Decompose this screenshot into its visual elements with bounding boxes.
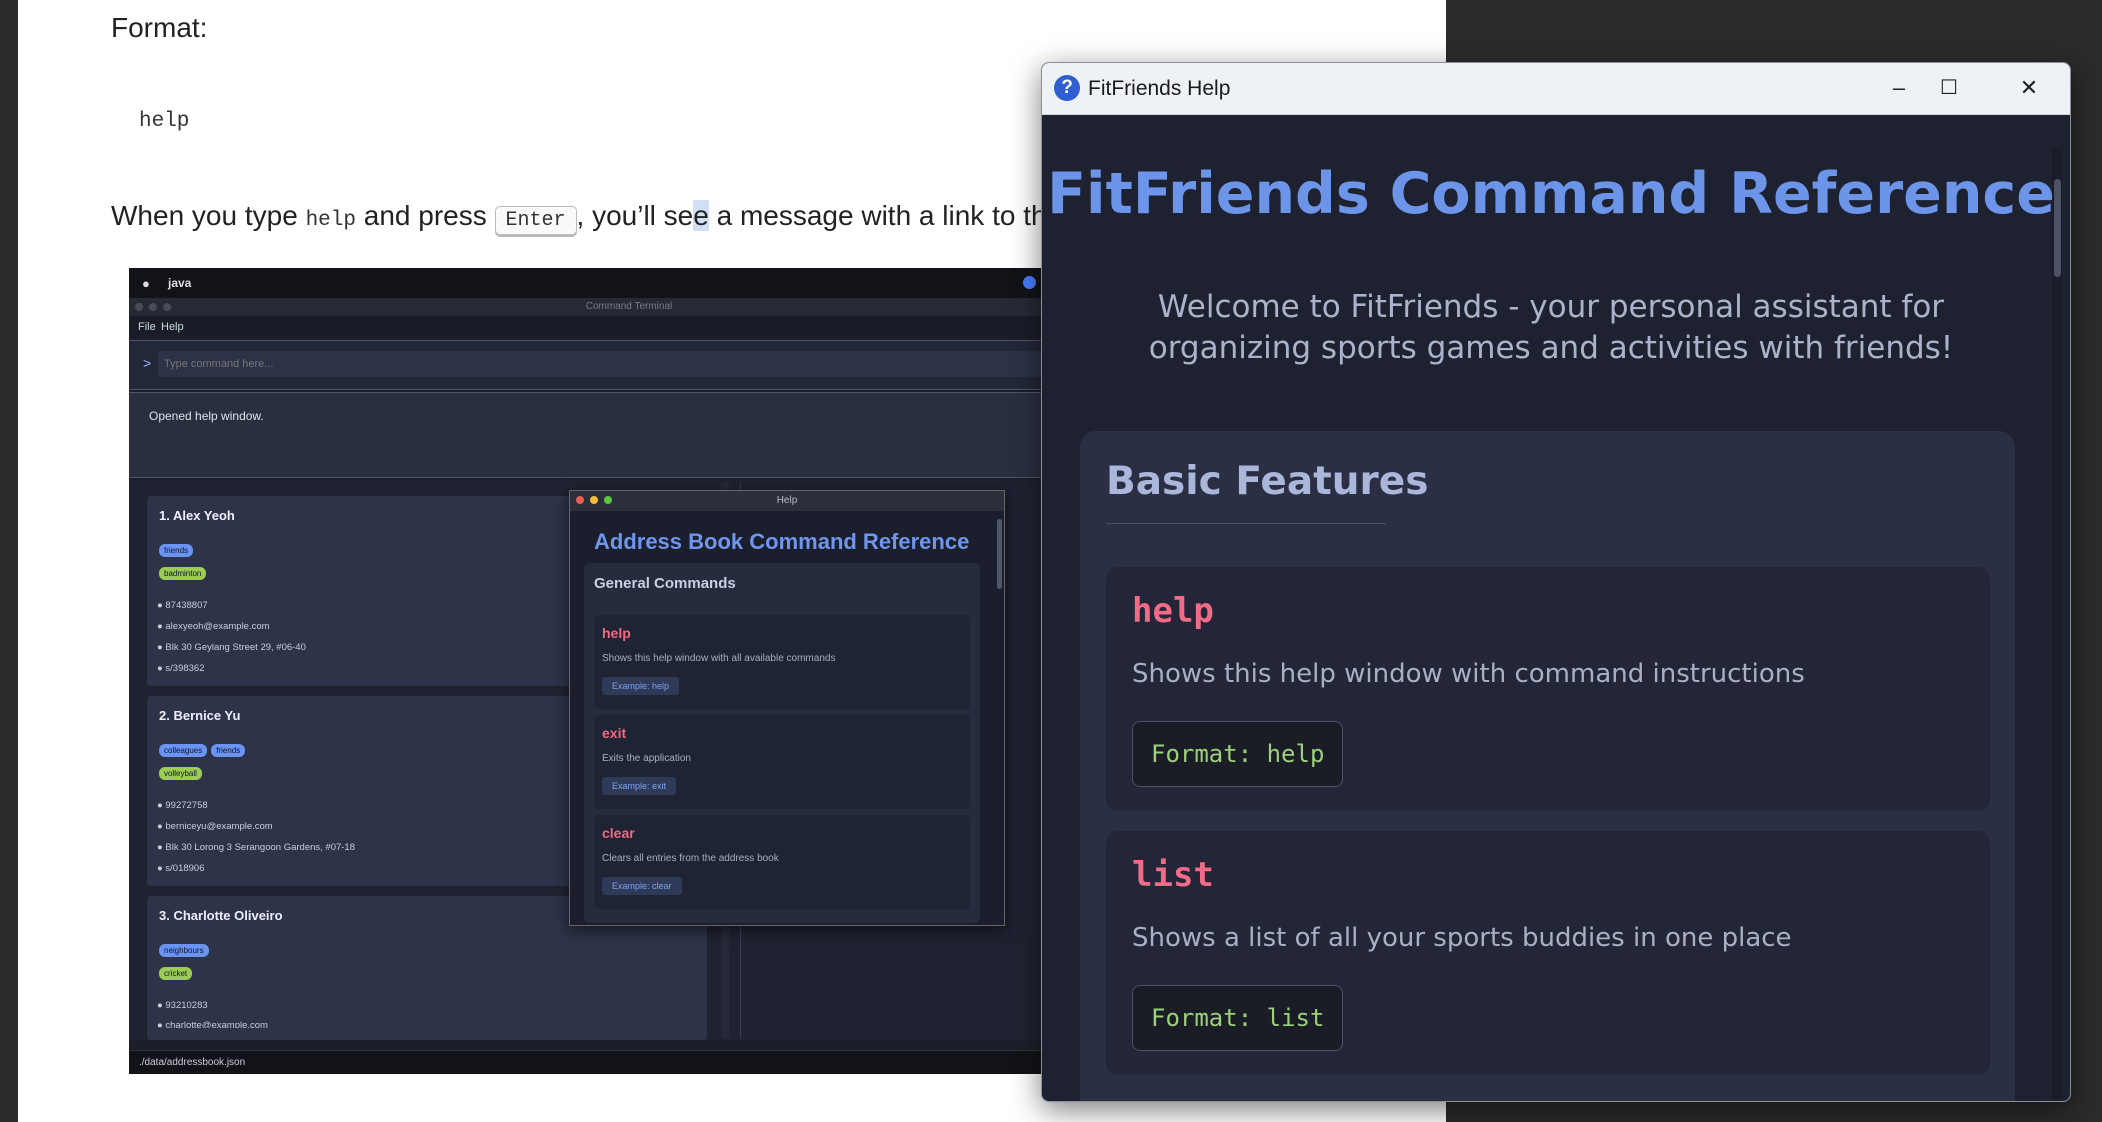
app-title-bar: Command Terminal bbox=[129, 298, 1129, 316]
command-box: > bbox=[129, 340, 1129, 390]
person-name: 2. Bernice Yu bbox=[159, 708, 241, 723]
basic-features-section: Basic Features help Shows this help wind… bbox=[1080, 431, 2015, 1101]
tag: friends bbox=[159, 544, 194, 557]
tag: cricket bbox=[159, 967, 193, 980]
person-email: ● charlotte@example.com bbox=[157, 1020, 268, 1028]
format-label: Format: bbox=[111, 12, 208, 43]
mini-command-card: exit Exits the application Example: exit bbox=[594, 715, 970, 809]
mini-heading: Address Book Command Reference bbox=[594, 529, 970, 554]
close-button[interactable]: ✕ bbox=[2004, 71, 2054, 105]
mini-section: General Commands help Shows this help wi… bbox=[584, 563, 980, 923]
command-format: Format: help bbox=[1132, 721, 1344, 787]
section-title: Basic Features bbox=[1106, 459, 1429, 504]
tag: friends bbox=[211, 744, 246, 757]
mini-section-title: General Commands bbox=[594, 575, 736, 592]
help-scrollbar[interactable] bbox=[2052, 149, 2062, 1099]
menu-help[interactable]: Help bbox=[161, 321, 184, 333]
enter-key: Enter bbox=[494, 206, 577, 235]
mini-command-desc: Shows this help window with all availabl… bbox=[602, 653, 836, 664]
person-postal: ● s/398362 bbox=[157, 663, 205, 674]
person-email: ● alexyeoh@example.com bbox=[157, 621, 270, 632]
mini-command-desc: Clears all entries from the address book bbox=[602, 853, 779, 864]
code-sample: help bbox=[139, 110, 190, 133]
mini-scrollbar[interactable] bbox=[997, 519, 1002, 589]
mini-command-example: Example: clear bbox=[602, 877, 682, 895]
command-input[interactable] bbox=[158, 351, 1118, 377]
help-heading: FitFriends Command Reference bbox=[1047, 161, 2055, 227]
person-phone: ● 93210283 bbox=[157, 1000, 208, 1011]
para-text: When you type bbox=[111, 200, 306, 231]
help-intro: Welcome to FitFriends - your personal as… bbox=[1148, 289, 1954, 366]
scrollbar-thumb[interactable] bbox=[2054, 179, 2061, 277]
person-name: 1. Alex Yeoh bbox=[159, 508, 235, 523]
mini-command-card: clear Clears all entries from the addres… bbox=[594, 815, 970, 909]
mini-command-name: exit bbox=[602, 725, 627, 741]
mini-command-example: Example: help bbox=[602, 677, 680, 695]
command-desc: Shows a list of all your sports buddies … bbox=[1132, 923, 1792, 953]
help-icon: ? bbox=[1054, 75, 1080, 101]
person-address: ● Blk 30 Geylang Street 29, #06-40 bbox=[157, 642, 306, 653]
person-name: 3. Charlotte Oliveiro bbox=[159, 908, 283, 923]
command-format: Format: list bbox=[1132, 985, 1344, 1051]
mini-command-card: help Shows this help window with all ava… bbox=[594, 615, 970, 709]
mini-title-bar: Help bbox=[570, 491, 1004, 511]
person-email: ● berniceyu@example.com bbox=[157, 821, 273, 832]
person-address: ● Blk 30 Lorong 3 Serangoon Gardens, #07… bbox=[157, 842, 355, 853]
mini-command-example: Example: exit bbox=[602, 777, 677, 795]
inline-code: help bbox=[305, 209, 356, 232]
tag: colleagues bbox=[159, 744, 208, 757]
mini-window-title: Help bbox=[776, 495, 798, 506]
window-title: FitFriends Help bbox=[1088, 77, 1231, 100]
command-desc: Shows this help window with command inst… bbox=[1132, 659, 1805, 689]
command-name: list bbox=[1132, 855, 1214, 895]
text-cursor-highlight: e bbox=[693, 200, 709, 231]
window-title: Command Terminal bbox=[585, 301, 673, 312]
mac-menu-bar: ● java bbox=[129, 268, 1129, 298]
prompt-symbol: > bbox=[143, 355, 152, 371]
tag-list: colleagues friends volleyball bbox=[159, 740, 249, 786]
mini-command-name: help bbox=[602, 625, 631, 641]
tag: badminton bbox=[159, 567, 207, 580]
person-postal: ● s/018906 bbox=[157, 863, 205, 874]
section-divider bbox=[1106, 523, 1386, 524]
person-phone: ● 87438807 bbox=[157, 600, 208, 611]
mini-command-desc: Exits the application bbox=[602, 753, 691, 764]
tag: neighbours bbox=[159, 944, 209, 957]
command-name: help bbox=[1132, 591, 1214, 631]
tag-list: neighbours cricket bbox=[159, 940, 213, 986]
desktop-background bbox=[0, 0, 18, 1122]
person-phone: ● 99272758 bbox=[157, 800, 208, 811]
fitfriends-help-window: ? FitFriends Help – ☐ ✕ FitFriends Comma… bbox=[1041, 62, 2071, 1102]
command-card-help: help Shows this help window with command… bbox=[1106, 567, 1990, 811]
result-message: Opened help window. bbox=[149, 409, 264, 423]
maximize-button[interactable]: ☐ bbox=[1924, 71, 1974, 105]
menu-file[interactable]: File bbox=[138, 321, 156, 333]
para-text: and press bbox=[355, 200, 495, 231]
app-menu: File Help bbox=[129, 316, 1129, 338]
tray-icon bbox=[1023, 276, 1036, 289]
mini-command-name: clear bbox=[602, 825, 635, 841]
result-display: Opened help window. bbox=[129, 392, 1129, 478]
window-title-bar: ? FitFriends Help – ☐ ✕ bbox=[1042, 63, 2070, 115]
para-text: a message with a link to th bbox=[708, 200, 1047, 231]
app-name: java bbox=[168, 276, 192, 290]
status-bar: ./data/addressbook.json bbox=[129, 1050, 1129, 1074]
apple-icon: ● bbox=[142, 276, 150, 291]
command-card-list: list Shows a list of all your sports bud… bbox=[1106, 831, 1990, 1075]
tag-list: friends badminton bbox=[159, 540, 210, 586]
data-file-path: ./data/addressbook.json bbox=[139, 1057, 246, 1068]
embedded-screenshot: ● java Command Terminal File Help > Open… bbox=[129, 268, 1129, 1074]
para-text: , you’ll se bbox=[576, 200, 694, 231]
instruction-paragraph: When you type help and press Enter, you’… bbox=[111, 200, 1047, 235]
tag: volleyball bbox=[159, 767, 202, 780]
mini-help-window: Help Address Book Command Reference Gene… bbox=[569, 490, 1005, 926]
minimize-button[interactable]: – bbox=[1874, 71, 1924, 105]
